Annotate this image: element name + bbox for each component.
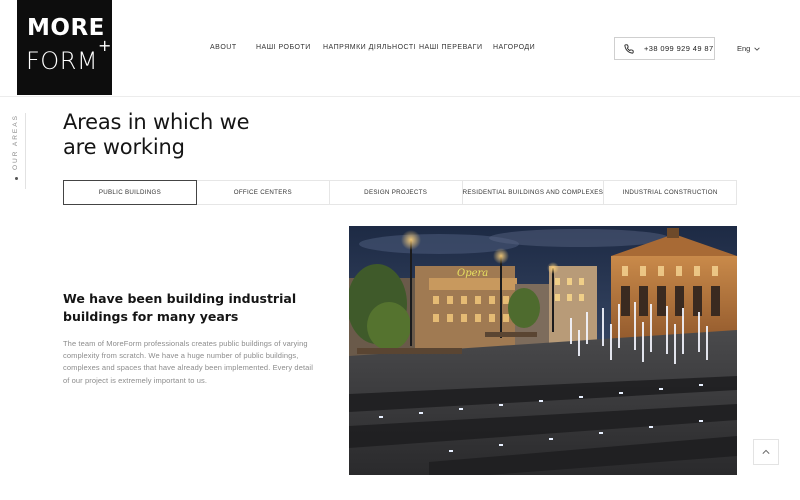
- section-title-line1: Areas in which we: [63, 110, 250, 134]
- section-title: Areas in which we are working: [63, 110, 250, 160]
- logo-line2: FORM: [26, 47, 99, 75]
- content-paragraph: The team of MoreForm professionals creat…: [63, 339, 313, 385]
- chevron-down-icon: [754, 47, 761, 51]
- content-heading: We have been building industrial buildin…: [63, 291, 297, 324]
- side-label: OUR AREAS: [12, 114, 19, 170]
- scroll-to-top-button[interactable]: [753, 439, 779, 465]
- nav-activities[interactable]: Напрямки діяльності: [323, 44, 416, 51]
- logo[interactable]: MORE FORM +: [17, 0, 112, 95]
- project-photo: Opera: [349, 226, 737, 475]
- side-section-indicator: OUR AREAS: [10, 113, 26, 189]
- project-photo-illustration: Opera: [349, 226, 737, 475]
- tab-industrial[interactable]: Industrial construction: [604, 180, 738, 205]
- phone-number: +38 099 929 49 87: [644, 44, 714, 53]
- tab-office-centers[interactable]: Office centers: [196, 180, 330, 205]
- tab-design-projects[interactable]: Design projects: [329, 180, 463, 205]
- tab-public-buildings[interactable]: Public buildings: [63, 180, 197, 205]
- area-tabs: Public buildings Office centers Design p…: [63, 180, 738, 205]
- section-title-line2: are working: [63, 135, 185, 159]
- nav-advantages[interactable]: Наші переваги: [419, 44, 483, 51]
- logo-plus: +: [98, 36, 112, 55]
- language-selector[interactable]: Eng: [737, 44, 761, 53]
- photo-sign: Opera: [457, 268, 488, 279]
- site-header: MORE FORM + About Наші роботи Напрямки д…: [0, 0, 800, 97]
- tab-residential[interactable]: Residential buildings and complexes: [462, 180, 605, 205]
- side-dot: [15, 177, 18, 180]
- chevron-up-icon: [762, 449, 770, 454]
- phone-icon: [624, 43, 634, 54]
- nav-awards[interactable]: Нагороди: [493, 44, 535, 51]
- language-current: Eng: [737, 44, 751, 53]
- logo-line1: MORE: [27, 15, 105, 41]
- nav-about[interactable]: About: [210, 44, 237, 51]
- phone-button[interactable]: +38 099 929 49 87: [614, 37, 715, 60]
- nav-our-works[interactable]: Наші роботи: [256, 44, 311, 51]
